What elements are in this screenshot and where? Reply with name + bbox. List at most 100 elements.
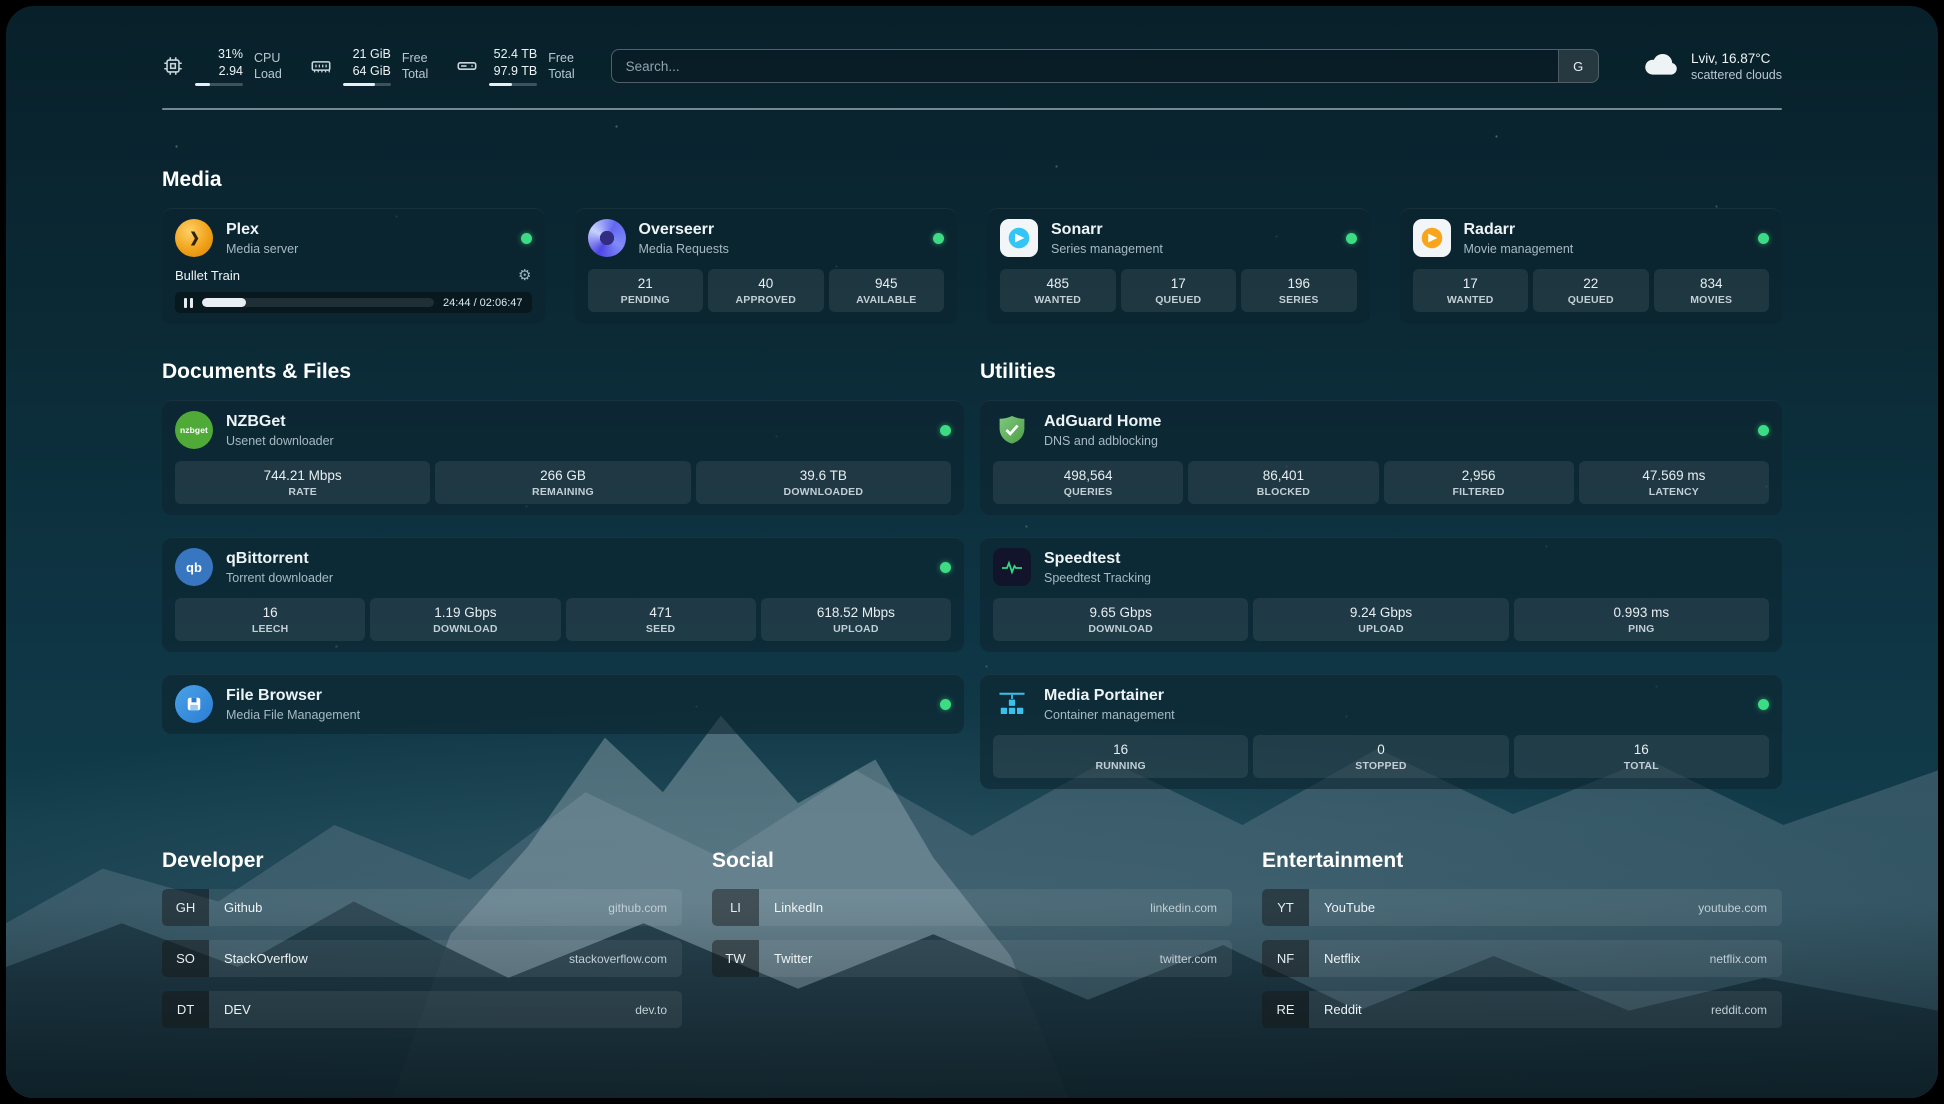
disk-icon [456,55,478,77]
service-card-sonarr[interactable]: Sonarr Series management 485 WANTED 17 Q… [987,208,1370,324]
search-input[interactable] [612,59,1558,74]
service-name: Media Portainer [1044,687,1175,705]
service-header: Overseerr Media Requests [588,219,945,257]
stat-box: 498,564 QUERIES [993,461,1183,504]
service-card-overseerr[interactable]: Overseerr Media Requests 21 PENDING 40 A… [575,208,958,324]
service-header: Speedtest Speedtest Tracking [993,548,1769,586]
service-card-radarr[interactable]: Radarr Movie management 17 WANTED 22 QUE… [1400,208,1783,324]
service-card-filebrowser[interactable]: File Browser Media File Management [162,674,964,734]
memory-total: 64 GiB [353,63,391,80]
service-description: Series management [1051,242,1163,256]
service-description: Torrent downloader [226,571,333,585]
stat-box: 9.24 Gbps UPLOAD [1253,598,1508,641]
gear-icon[interactable]: ⚙ [518,268,531,283]
service-header: Radarr Movie management [1413,219,1770,257]
service-card-portainer[interactable]: Media Portainer Container management 16 … [980,674,1782,789]
nzbget-icon: nzbget [175,411,213,449]
service-card-speedtest[interactable]: Speedtest Speedtest Tracking 9.65 Gbps D… [980,537,1782,652]
bookmark-name: Netflix [1309,951,1360,966]
header-divider [162,108,1782,110]
service-meta: AdGuard Home DNS and adblocking [1044,413,1161,448]
bookmark-name: StackOverflow [209,951,308,966]
service-name: Speedtest [1044,550,1151,568]
bookmark-linkedin[interactable]: LI LinkedIn linkedin.com [712,889,1232,926]
bookmark-stackoverflow[interactable]: SO StackOverflow stackoverflow.com [162,940,682,977]
stat-box: 86,401 BLOCKED [1188,461,1378,504]
stat-box: 2,956 FILTERED [1384,461,1574,504]
cpu-usage-bar [195,83,243,86]
bookmark-reddit[interactable]: RE Reddit reddit.com [1262,991,1782,1028]
bookmark-abbr: TW [712,940,759,977]
seek-bar[interactable] [202,298,434,307]
service-name: qBittorrent [226,550,333,568]
service-meta: Media Portainer Container management [1044,687,1175,722]
bookmark-netflix[interactable]: NF Netflix netflix.com [1262,940,1782,977]
section-media: Media Plex Media server Bullet [162,168,1782,324]
bookmark-github[interactable]: GH Github github.com [162,889,682,926]
bookmark-group-developer: Developer GH Github github.com SO StackO… [162,849,682,1042]
bookmark-domain: youtube.com [1698,901,1782,915]
bookmark-dev[interactable]: DT DEV dev.to [162,991,682,1028]
status-dot [940,562,951,573]
status-dot [940,425,951,436]
service-stats: 498,564 QUERIES 86,401 BLOCKED 2,956 FIL… [993,461,1769,504]
section-title-media: Media [162,168,1782,192]
service-meta: Overseerr Media Requests [639,221,729,256]
bookmark-abbr: DT [162,991,209,1028]
service-stats: 16 LEECH 1.19 Gbps DOWNLOAD 471 SEED [175,598,951,641]
section-documents: Documents & Files nzbget NZBGet Usenet d… [162,360,964,789]
cpu-load-value: 2.94 [219,63,243,80]
service-card-adguard[interactable]: AdGuard Home DNS and adblocking 498,564 … [980,400,1782,515]
bookmark-group-entertainment: Entertainment YT YouTube youtube.com NF … [1262,849,1782,1042]
playback-time: 24:44 / 02:06:47 [443,297,523,309]
service-card-plex[interactable]: Plex Media server Bullet Train ⚙ 24:44 /… [162,208,545,324]
bookmark-abbr: YT [1262,889,1309,926]
service-meta: Plex Media server [226,221,298,256]
disk-total: 97.9 TB [494,63,538,80]
group-title-developer: Developer [162,849,682,873]
cpu-values: 31% 2.94 [195,46,243,86]
stat-box: 0 STOPPED [1253,735,1508,778]
stat-box: 834 MOVIES [1654,269,1770,312]
weather-condition: scattered clouds [1691,68,1782,82]
service-meta: Speedtest Speedtest Tracking [1044,550,1151,585]
adguard-icon [993,411,1031,449]
filebrowser-icon [175,685,213,723]
search-provider-button[interactable]: G [1558,50,1598,82]
bookmark-twitter[interactable]: TW Twitter twitter.com [712,940,1232,977]
pause-button[interactable] [184,298,193,308]
service-name: Plex [226,221,298,239]
status-dot [1758,699,1769,710]
bookmark-domain: stackoverflow.com [569,952,682,966]
status-dot [1346,233,1357,244]
service-meta: Radarr Movie management [1464,221,1574,256]
service-card-nzbget[interactable]: nzbget NZBGet Usenet downloader 744.21 M… [162,400,964,515]
disk-free: 52.4 TB [494,46,538,63]
bookmark-youtube[interactable]: YT YouTube youtube.com [1262,889,1782,926]
cpu-percent: 31% [218,46,243,63]
disk-usage-bar [489,83,537,86]
bookmark-name: Reddit [1309,1002,1362,1017]
bookmark-abbr: NF [1262,940,1309,977]
bookmark-name: Github [209,900,262,915]
weather-widget: Lviv, 16.87°C scattered clouds [1643,51,1782,82]
stat-box: 1.19 Gbps DOWNLOAD [370,598,560,641]
service-card-qbittorrent[interactable]: qb qBittorrent Torrent downloader 16 LEE… [162,537,964,652]
service-meta: File Browser Media File Management [226,687,360,722]
service-meta: NZBGet Usenet downloader [226,413,334,448]
service-name: Overseerr [639,221,729,239]
service-description: Usenet downloader [226,434,334,448]
stat-box: 22 QUEUED [1533,269,1649,312]
stat-box: 39.6 TB DOWNLOADED [696,461,951,504]
bookmark-abbr: GH [162,889,209,926]
bookmark-domain: reddit.com [1711,1003,1782,1017]
disk-labels: Free Total [548,50,574,83]
service-name: NZBGet [226,413,334,431]
stat-box: 17 WANTED [1413,269,1529,312]
service-description: Media File Management [226,708,360,722]
speedtest-icon [993,548,1031,586]
qbittorrent-icon: qb [175,548,213,586]
overseerr-icon [588,219,626,257]
bookmark-name: DEV [209,1002,251,1017]
section-utilities: Utilities AdGuard Home DNS and adblockin… [980,360,1782,789]
